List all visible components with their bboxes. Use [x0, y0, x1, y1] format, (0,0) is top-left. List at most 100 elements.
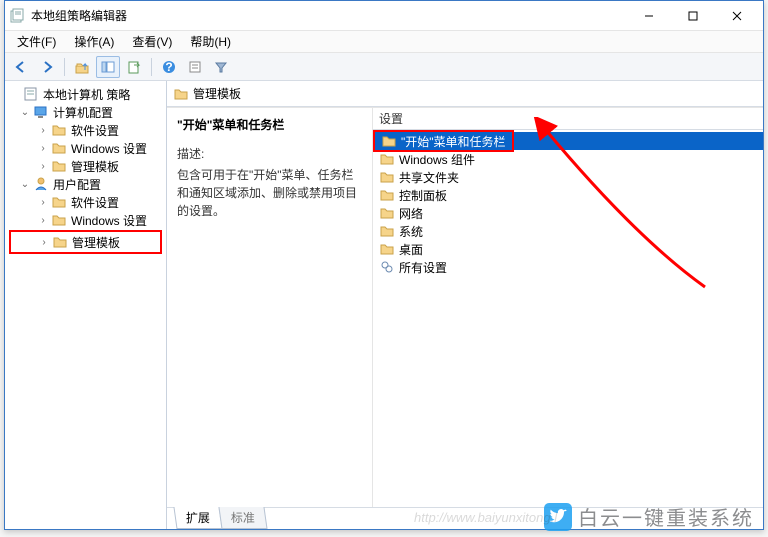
list-item-label: 桌面	[399, 241, 423, 258]
content-header: 管理模板	[167, 81, 763, 107]
list-item-control-panel[interactable]: 控制面板	[373, 186, 763, 204]
export-button[interactable]	[122, 56, 146, 78]
folder-icon	[52, 234, 68, 250]
tree-pane[interactable]: 本地计算机 策略 ⌄ 计算机配置 › 软件设置 › Windows 设置 › 管…	[5, 81, 167, 529]
tree-uc-software[interactable]: › 软件设置	[5, 193, 166, 211]
app-window: 本地组策略编辑器 文件(F) 操作(A) 查看(V) 帮助(H) ? 本地计算机…	[4, 0, 764, 530]
list-header[interactable]: 设置	[373, 108, 763, 130]
main-split: 本地计算机 策略 ⌄ 计算机配置 › 软件设置 › Windows 设置 › 管…	[5, 81, 763, 529]
menu-help[interactable]: 帮助(H)	[184, 31, 237, 52]
watermark-brand: 白云一键重装系统	[578, 502, 754, 531]
menu-action[interactable]: 操作(A)	[68, 31, 120, 52]
tree-label: 用户配置	[51, 176, 103, 193]
list-item-system[interactable]: 系统	[373, 222, 763, 240]
tree-label: Windows 设置	[69, 140, 149, 157]
forward-button[interactable]	[35, 56, 59, 78]
watermark: http://www.baiyunxitong.l 白云一键重装系统	[544, 502, 754, 531]
expander-icon[interactable]: ›	[37, 125, 49, 136]
list-body[interactable]: "开始"菜单和任务栏 Windows 组件 共享文件夹	[373, 130, 763, 507]
expander-icon[interactable]: ⌄	[19, 179, 31, 190]
toolbar-separator	[151, 58, 152, 76]
folder-icon	[379, 187, 395, 203]
folder-icon	[51, 140, 67, 156]
expander-icon[interactable]: ⌄	[19, 107, 31, 118]
content-layout: "开始"菜单和任务栏 描述: 包含可用于在"开始"菜单、任务栏和通知区域添加、删…	[167, 107, 763, 507]
folder-icon	[379, 169, 395, 185]
folder-icon	[379, 151, 395, 167]
filter-button[interactable]	[209, 56, 233, 78]
column-setting: 设置	[379, 110, 763, 127]
tree-label: Windows 设置	[69, 212, 149, 229]
tree-cc-software[interactable]: › 软件设置	[5, 121, 166, 139]
expander-icon[interactable]: ›	[38, 237, 50, 248]
list-item-desktop[interactable]: 桌面	[373, 240, 763, 258]
tree-label: 软件设置	[69, 122, 121, 139]
tree-label: 计算机配置	[51, 104, 115, 121]
breadcrumb: 管理模板	[167, 85, 247, 102]
folder-icon	[379, 241, 395, 257]
content-list-pane: 设置 "开始"菜单和任务栏 Windows 组件	[373, 108, 763, 507]
folder-icon	[51, 158, 67, 174]
tree-label: 管理模板	[70, 234, 122, 251]
toolbar-separator	[64, 58, 65, 76]
window-title: 本地组策略编辑器	[31, 7, 627, 24]
list-item-label: "开始"菜单和任务栏	[401, 133, 506, 150]
tree-cc-admin[interactable]: › 管理模板	[5, 157, 166, 175]
settings-icon	[379, 259, 395, 275]
annotation-highlight: › 管理模板	[9, 230, 162, 254]
menu-file[interactable]: 文件(F)	[11, 31, 62, 52]
show-hide-tree-button[interactable]	[96, 56, 120, 78]
computer-icon	[33, 104, 49, 120]
watermark-url: http://www.baiyunxitong.l	[414, 510, 557, 525]
list-item-windows-components[interactable]: Windows 组件	[373, 150, 763, 168]
up-button[interactable]	[70, 56, 94, 78]
selection-title: "开始"菜单和任务栏	[177, 116, 362, 133]
list-item-label: Windows 组件	[399, 151, 475, 168]
tree-computer-config[interactable]: ⌄ 计算机配置	[5, 103, 166, 121]
back-button[interactable]	[9, 56, 33, 78]
titlebar: 本地组策略编辑器	[5, 1, 763, 31]
tree-uc-windows[interactable]: › Windows 设置	[5, 211, 166, 229]
properties-button[interactable]	[183, 56, 207, 78]
list-item-all-settings[interactable]: 所有设置	[373, 258, 763, 276]
tree-cc-windows[interactable]: › Windows 设置	[5, 139, 166, 157]
tree-label: 软件设置	[69, 194, 121, 211]
expander-icon[interactable]: ›	[37, 215, 49, 226]
list-item-label: 所有设置	[399, 259, 447, 276]
app-icon	[9, 8, 25, 24]
close-button[interactable]	[715, 2, 759, 30]
user-icon	[33, 176, 49, 192]
expander-icon[interactable]: ›	[37, 197, 49, 208]
list-item-label: 系统	[399, 223, 423, 240]
annotation-highlight: "开始"菜单和任务栏	[373, 130, 514, 152]
policy-icon	[23, 86, 39, 102]
expander-icon[interactable]: ›	[37, 143, 49, 154]
folder-icon	[51, 212, 67, 228]
tab-extended[interactable]: 扩展	[173, 507, 222, 529]
tree-root[interactable]: 本地计算机 策略	[5, 85, 166, 103]
list-item-network[interactable]: 网络	[373, 204, 763, 222]
list-item-start-menu[interactable]: "开始"菜单和任务栏	[373, 132, 763, 150]
svg-text:?: ?	[165, 60, 172, 74]
folder-icon	[51, 122, 67, 138]
help-button[interactable]: ?	[157, 56, 181, 78]
folder-icon	[379, 205, 395, 221]
minimize-button[interactable]	[627, 2, 671, 30]
folder-icon	[51, 194, 67, 210]
folder-icon	[381, 133, 397, 149]
tree-user-config[interactable]: ⌄ 用户配置	[5, 175, 166, 193]
list-item-label: 控制面板	[399, 187, 447, 204]
list-item-label: 共享文件夹	[399, 169, 459, 186]
list-item-shared-folders[interactable]: 共享文件夹	[373, 168, 763, 186]
menubar: 文件(F) 操作(A) 查看(V) 帮助(H)	[5, 31, 763, 53]
tab-standard[interactable]: 标准	[218, 507, 267, 529]
content-pane: 管理模板 "开始"菜单和任务栏 描述: 包含可用于在"开始"菜单、任务栏和通知区…	[167, 81, 763, 529]
expander-icon[interactable]: ›	[37, 161, 49, 172]
content-description-pane: "开始"菜单和任务栏 描述: 包含可用于在"开始"菜单、任务栏和通知区域添加、删…	[167, 108, 373, 507]
maximize-button[interactable]	[671, 2, 715, 30]
description-label: 描述:	[177, 145, 362, 162]
tree-uc-admin[interactable]: › 管理模板	[12, 233, 159, 251]
menu-view[interactable]: 查看(V)	[126, 31, 178, 52]
description-text: 包含可用于在"开始"菜单、任务栏和通知区域添加、删除或禁用项目的设置。	[177, 166, 362, 220]
tree-label: 本地计算机 策略	[41, 86, 132, 103]
